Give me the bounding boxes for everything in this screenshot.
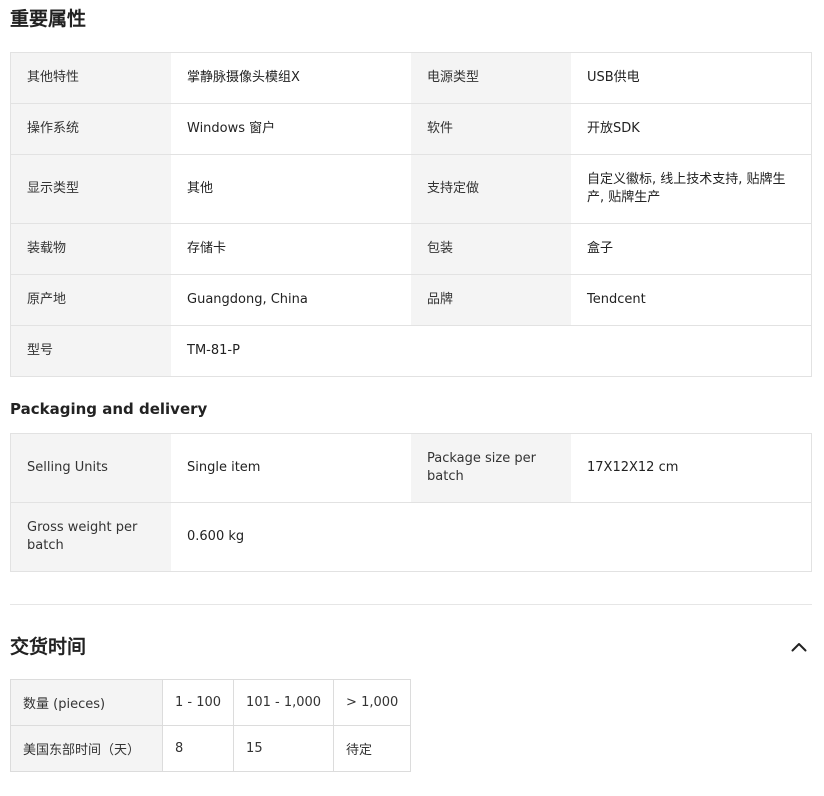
attribute-key: 显示类型 (11, 155, 171, 223)
attribute-value: 17X12X12 cm (571, 434, 811, 502)
attribute-value: Windows 窗户 (171, 104, 411, 154)
attribute-value: 掌静脉摄像头模组X (171, 53, 411, 103)
lead-time-value: 15 (233, 725, 335, 772)
attribute-key: Package size per batch (411, 434, 571, 502)
attribute-key: Selling Units (11, 434, 171, 502)
table-row: 装载物 存储卡 包装 盒子 (11, 224, 811, 275)
attribute-value: 开放SDK (571, 104, 811, 154)
attribute-value: 其他 (171, 155, 411, 223)
key-attributes-table: 其他特性 掌静脉摄像头模组X 电源类型 USB供电 操作系统 Windows 窗… (10, 52, 812, 377)
lead-time-title: 交货时间 (10, 636, 87, 658)
quantity-range: 101 - 1,000 (233, 679, 335, 726)
table-row: 其他特性 掌静脉摄像头模组X 电源类型 USB供电 (11, 53, 811, 104)
attribute-key: 其他特性 (11, 53, 171, 103)
table-row: 型号 TM-81-P (11, 326, 811, 376)
attribute-value: USB供电 (571, 53, 811, 103)
table-row: Gross weight per batch 0.600 kg (11, 503, 811, 571)
attribute-value: 自定义徽标, 线上技术支持, 贴牌生产, 贴牌生产 (571, 155, 811, 223)
attribute-value: 0.600 kg (171, 503, 811, 571)
attribute-key: 品牌 (411, 275, 571, 325)
key-attributes-title: 重要属性 (10, 8, 87, 30)
attribute-key: Gross weight per batch (11, 503, 171, 571)
table-row: 原产地 Guangdong, China 品牌 Tendcent (11, 275, 811, 326)
attribute-value: 盒子 (571, 224, 811, 274)
packaging-table: Selling Units Single item Package size p… (10, 433, 812, 572)
attribute-value: Guangdong, China (171, 275, 411, 325)
chevron-up-icon[interactable] (788, 638, 810, 656)
lead-time-label: 美国东部时间（天） (10, 725, 163, 772)
lead-time-table: 数量 (pieces) 1 - 100 101 - 1,000 > 1,000 … (10, 679, 412, 772)
attribute-key: 包装 (411, 224, 571, 274)
attribute-key: 型号 (11, 326, 171, 376)
packaging-title: Packaging and delivery (10, 400, 208, 418)
attribute-value: 存储卡 (171, 224, 411, 274)
lead-time-value: 待定 (333, 725, 412, 772)
attribute-key: 支持定做 (411, 155, 571, 223)
table-row: 数量 (pieces) 1 - 100 101 - 1,000 > 1,000 (10, 679, 412, 726)
attribute-key: 软件 (411, 104, 571, 154)
attribute-key: 装载物 (11, 224, 171, 274)
attribute-key: 操作系统 (11, 104, 171, 154)
attribute-key: 电源类型 (411, 53, 571, 103)
section-divider (10, 604, 812, 605)
table-row: Selling Units Single item Package size p… (11, 434, 811, 503)
quantity-range: 1 - 100 (161, 679, 235, 726)
attribute-value: Tendcent (571, 275, 811, 325)
lead-time-value: 8 (161, 725, 235, 772)
table-row: 显示类型 其他 支持定做 自定义徽标, 线上技术支持, 贴牌生产, 贴牌生产 (11, 155, 811, 224)
attribute-value: Single item (171, 434, 411, 502)
attribute-value: TM-81-P (171, 326, 811, 376)
table-row: 美国东部时间（天） 8 15 待定 (10, 725, 412, 772)
table-row: 操作系统 Windows 窗户 软件 开放SDK (11, 104, 811, 155)
attribute-key: 原产地 (11, 275, 171, 325)
quantity-range: > 1,000 (333, 679, 412, 726)
quantity-label: 数量 (pieces) (10, 679, 163, 726)
